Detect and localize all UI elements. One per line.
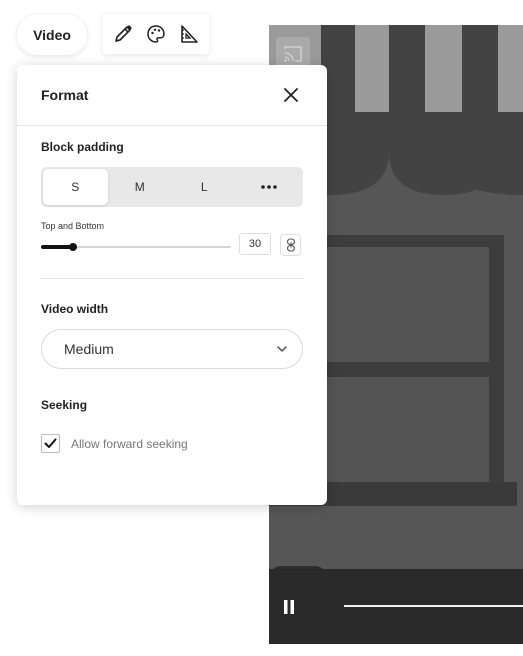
panel-header: Format <box>17 65 327 126</box>
more-options-icon <box>260 185 277 189</box>
link-padding-button[interactable] <box>280 234 301 256</box>
chevron-down-icon <box>277 346 287 352</box>
close-icon <box>284 88 298 102</box>
ruler-triangle-icon <box>180 25 198 43</box>
pause-button[interactable] <box>277 595 301 619</box>
padding-option-m[interactable]: M <box>108 169 173 205</box>
allow-forward-seeking-checkbox[interactable] <box>41 434 60 453</box>
padding-option-more[interactable] <box>237 169 302 205</box>
layout-button[interactable] <box>175 20 203 48</box>
video-width-label: Video width <box>41 302 109 316</box>
padding-option-s[interactable]: S <box>43 169 108 205</box>
close-button[interactable] <box>281 85 301 105</box>
seeking-label: Seeking <box>41 398 88 412</box>
top-bottom-slider[interactable] <box>41 243 231 251</box>
block-toolbar <box>103 14 209 54</box>
checkmark-icon <box>44 438 57 448</box>
pencil-icon <box>115 25 133 42</box>
top-bottom-value-input[interactable]: 30 <box>239 233 271 255</box>
video-controls-bar <box>269 569 523 644</box>
padding-option-l[interactable]: L <box>172 169 237 205</box>
design-button[interactable] <box>142 20 170 48</box>
palette-icon <box>147 25 165 43</box>
panel-title: Format <box>41 87 89 103</box>
pause-icon <box>284 600 294 614</box>
format-panel: Format Block padding S M L Top and Botto… <box>17 65 327 505</box>
block-padding-label: Block padding <box>41 140 124 154</box>
allow-forward-seeking-label[interactable]: Allow forward seeking <box>71 437 188 451</box>
edit-button[interactable] <box>109 20 137 48</box>
section-divider <box>41 278 303 279</box>
video-progress-bar[interactable] <box>344 605 523 607</box>
video-width-select[interactable]: Medium <box>41 329 303 369</box>
block-type-chip[interactable]: Video <box>17 15 87 55</box>
cast-icon <box>284 46 302 62</box>
video-width-value: Medium <box>64 341 114 357</box>
block-padding-selector: S M L <box>41 167 303 207</box>
slider-handle[interactable] <box>69 243 77 251</box>
top-bottom-label: Top and Bottom <box>41 221 105 231</box>
link-icon <box>286 238 295 252</box>
